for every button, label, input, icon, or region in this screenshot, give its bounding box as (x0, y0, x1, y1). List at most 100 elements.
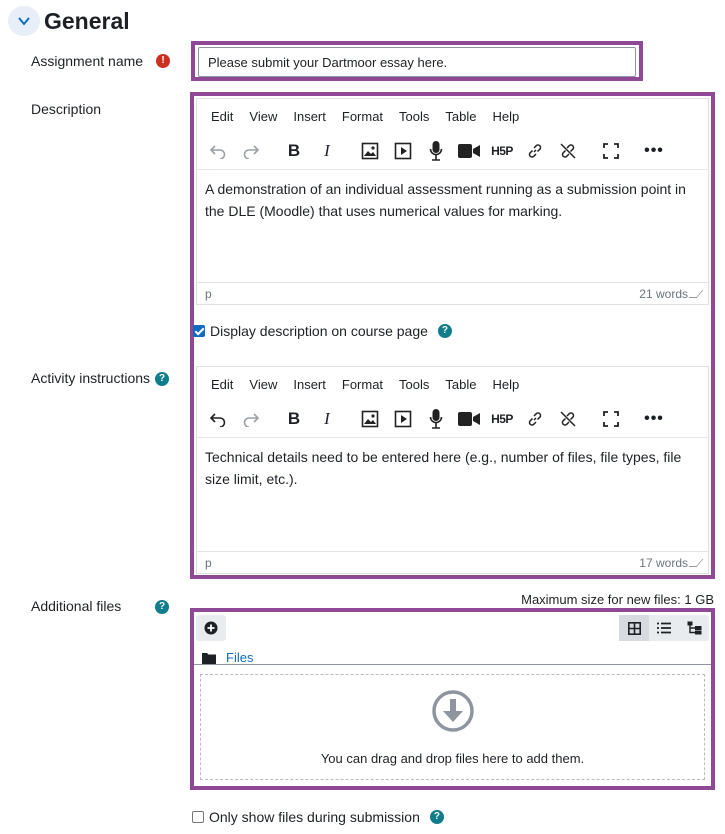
unlink-button[interactable] (553, 405, 583, 433)
italic-button[interactable]: I (312, 137, 342, 165)
h5p-icon: H5P (491, 412, 513, 426)
record-audio-button[interactable] (421, 137, 451, 165)
menu-table[interactable]: Table (437, 109, 484, 124)
italic-button[interactable]: I (312, 405, 342, 433)
image-button[interactable] (355, 405, 385, 433)
files-folder-link[interactable]: Files (226, 650, 253, 665)
chevron-down-icon (18, 17, 30, 26)
menu-view[interactable]: View (241, 377, 285, 392)
view-list-button[interactable] (649, 615, 679, 641)
only-show-files-label: Only show files during submission (209, 809, 420, 825)
bold-button[interactable]: B (279, 137, 309, 165)
h5p-button[interactable]: H5P (487, 137, 517, 165)
bold-icon: B (287, 141, 301, 160)
unlink-button[interactable] (553, 137, 583, 165)
resize-handle-icon[interactable] (688, 558, 704, 567)
breadcrumb-divider (194, 664, 711, 665)
menu-insert[interactable]: Insert (285, 109, 334, 124)
menu-help[interactable]: Help (484, 109, 527, 124)
bold-icon: B (287, 409, 301, 428)
video-camera-icon (458, 144, 480, 158)
download-arrow-icon (431, 689, 474, 732)
bold-button[interactable]: B (279, 405, 309, 433)
menu-view[interactable]: View (241, 109, 285, 124)
editor-statusbar: p 21 words (197, 282, 708, 304)
menu-help[interactable]: Help (484, 377, 527, 392)
unlink-icon (560, 411, 576, 427)
display-description-checkbox[interactable] (193, 325, 205, 337)
description-editor: Edit View Insert Format Tools Table Help… (196, 98, 709, 305)
media-icon (394, 410, 412, 428)
add-file-button[interactable] (196, 615, 226, 641)
question-icon[interactable]: ? (437, 324, 452, 338)
fullscreen-icon (603, 143, 619, 159)
fullscreen-icon (603, 411, 619, 427)
description-label: Description (31, 101, 102, 117)
description-content[interactable]: A demonstration of an individual assessm… (197, 169, 708, 282)
italic-icon: I (324, 141, 330, 160)
element-path: p (205, 555, 212, 570)
undo-button[interactable] (203, 137, 233, 165)
section-title: General (44, 8, 130, 34)
folder-icon (202, 652, 216, 664)
required-icon: ! (156, 54, 170, 68)
activity-instructions-editor: Edit View Insert Format Tools Table Help… (196, 366, 709, 574)
redo-icon (243, 145, 260, 159)
media-button[interactable] (388, 137, 418, 165)
resize-handle-icon[interactable] (688, 289, 704, 298)
breadcrumb: Files (202, 650, 253, 665)
image-button[interactable] (355, 137, 385, 165)
unlink-icon (560, 143, 576, 159)
assignment-name-input[interactable] (198, 47, 636, 77)
media-button[interactable] (388, 405, 418, 433)
editor-toolbar: B I H5P ••• (197, 133, 708, 169)
assignment-name-label: Assignment name (31, 53, 144, 69)
record-video-button[interactable] (454, 137, 484, 165)
question-icon[interactable]: ? (155, 600, 169, 614)
dropzone[interactable]: You can drag and drop files here to add … (200, 674, 705, 780)
menu-tools[interactable]: Tools (391, 377, 437, 392)
menu-edit[interactable]: Edit (203, 377, 241, 392)
more-icon: ••• (644, 142, 664, 159)
more-button[interactable]: ••• (639, 405, 669, 433)
menu-format[interactable]: Format (334, 109, 391, 124)
media-icon (394, 142, 412, 160)
link-button[interactable] (520, 137, 550, 165)
menu-edit[interactable]: Edit (203, 109, 241, 124)
microphone-icon (429, 409, 443, 429)
menu-format[interactable]: Format (334, 377, 391, 392)
word-count: 21 words (639, 286, 688, 301)
menu-tools[interactable]: Tools (391, 109, 437, 124)
question-icon[interactable]: ? (155, 372, 169, 386)
video-camera-icon (458, 412, 480, 426)
only-show-files-checkbox[interactable] (192, 811, 204, 823)
filemanager-highlight: Files You can drag and drop files here t… (190, 608, 715, 790)
grid-icon (627, 621, 641, 635)
record-video-button[interactable] (454, 405, 484, 433)
undo-icon (209, 413, 226, 427)
record-audio-button[interactable] (421, 405, 451, 433)
menu-insert[interactable]: Insert (285, 377, 334, 392)
view-icons-button[interactable] (619, 615, 649, 641)
link-button[interactable] (520, 405, 550, 433)
h5p-button[interactable]: H5P (487, 405, 517, 433)
question-icon[interactable]: ? (429, 810, 444, 824)
display-description-label: Display description on course page (210, 323, 428, 339)
collapse-section-button[interactable] (8, 6, 40, 36)
undo-button[interactable] (203, 405, 233, 433)
microphone-icon (429, 141, 443, 161)
link-icon (528, 412, 542, 426)
menu-table[interactable]: Table (437, 377, 484, 392)
activity-instructions-content[interactable]: Technical details need to be entered her… (197, 437, 708, 551)
image-icon (361, 410, 379, 428)
editor-menubar: Edit View Insert Format Tools Table Help (197, 99, 708, 133)
redo-button[interactable] (236, 137, 266, 165)
fullscreen-button[interactable] (596, 137, 626, 165)
fullscreen-button[interactable] (596, 405, 626, 433)
activity-instructions-label: Activity instructions (31, 370, 151, 386)
element-path: p (205, 286, 212, 301)
view-tree-button[interactable] (679, 615, 709, 641)
more-button[interactable]: ••• (639, 137, 669, 165)
view-mode-buttons (619, 615, 709, 641)
redo-button[interactable] (236, 405, 266, 433)
